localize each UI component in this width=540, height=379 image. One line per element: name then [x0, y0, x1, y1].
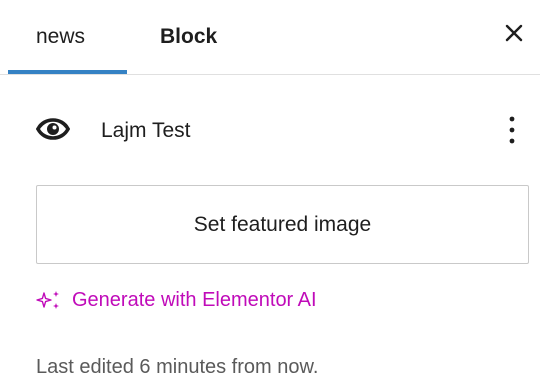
- generate-with-ai-label: Generate with Elementor AI: [72, 288, 317, 311]
- post-type-row: Lajm Test: [36, 110, 526, 150]
- more-options-button[interactable]: [486, 110, 526, 150]
- close-icon: [505, 24, 523, 42]
- kebab-menu-icon: [509, 116, 515, 144]
- sidebar-tabs: news Block: [0, 0, 540, 75]
- close-button[interactable]: [496, 15, 532, 51]
- active-tab-indicator: [8, 70, 127, 74]
- set-featured-image-button[interactable]: Set featured image: [36, 185, 529, 264]
- tab-news[interactable]: news: [36, 0, 85, 74]
- post-type-label: Lajm Test: [101, 119, 191, 142]
- eye-icon: [36, 118, 70, 140]
- sparkle-icon: [36, 291, 59, 309]
- last-edited-text: Last edited 6 minutes from now.: [36, 356, 319, 378]
- generate-with-ai-link[interactable]: Generate with Elementor AI: [36, 285, 317, 315]
- tab-block[interactable]: Block: [160, 0, 217, 74]
